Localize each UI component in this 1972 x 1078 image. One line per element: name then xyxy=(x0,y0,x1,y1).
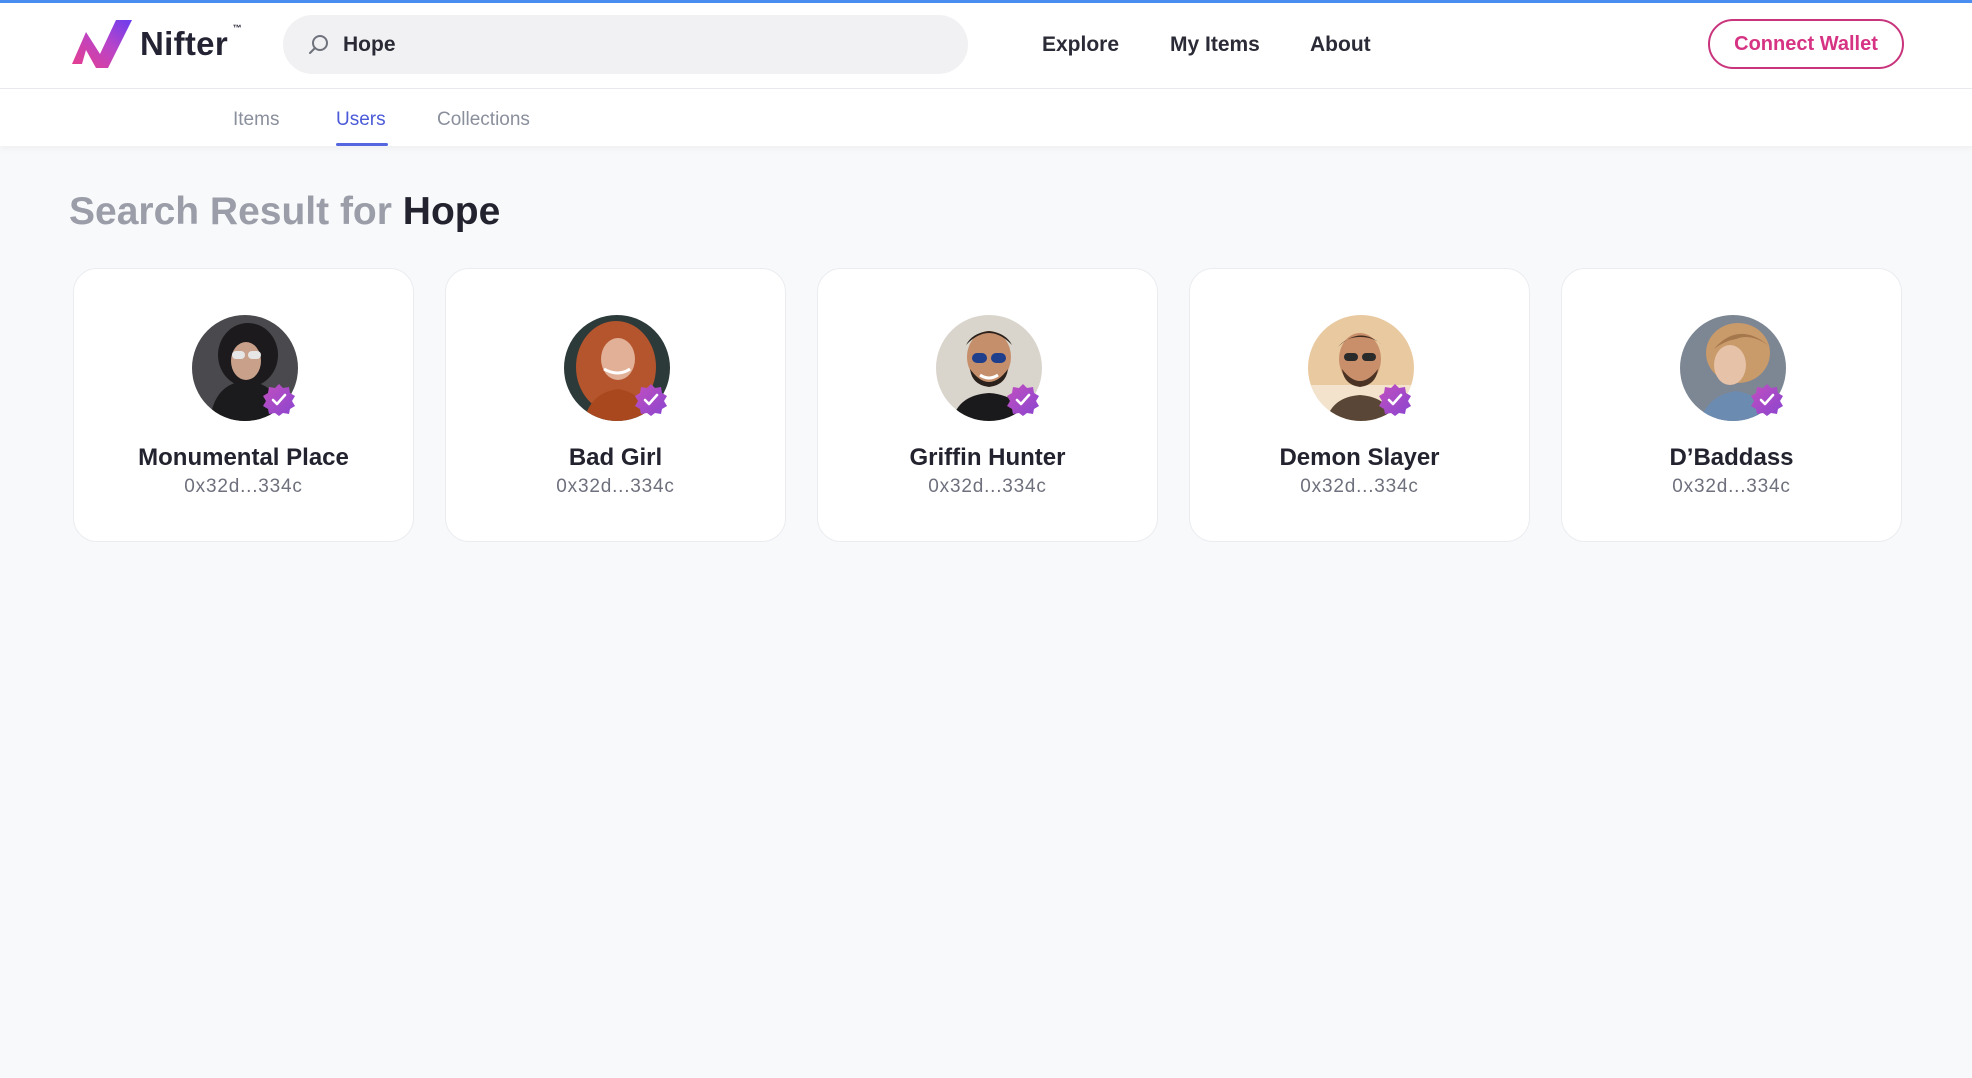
avatar-wrapper xyxy=(564,315,670,421)
wallet-address: 0x32d...334c xyxy=(1672,476,1791,497)
search-bar xyxy=(283,15,968,74)
page-title: Search Result for Hope xyxy=(69,190,500,234)
tab-items[interactable]: Items xyxy=(233,109,279,131)
verified-badge-icon xyxy=(1007,384,1039,416)
user-name: Griffin Hunter xyxy=(909,444,1066,471)
wallet-address: 0x32d...334c xyxy=(184,476,303,497)
tab-collections[interactable]: Collections xyxy=(437,109,530,131)
avatar-wrapper xyxy=(1680,315,1786,421)
heading-query: Hope xyxy=(402,190,501,233)
active-tab-indicator xyxy=(336,143,388,146)
connect-wallet-button[interactable]: Connect Wallet xyxy=(1708,19,1904,69)
user-name: D’Baddass xyxy=(1669,444,1794,471)
tab-users[interactable]: Users xyxy=(336,109,386,131)
wallet-address: 0x32d...334c xyxy=(556,476,675,497)
search-icon xyxy=(309,35,328,54)
app-header: Nifter ™ Explore My Items About Connect … xyxy=(0,3,1972,89)
brand-logo[interactable]: Nifter ™ xyxy=(70,18,242,70)
verified-badge-icon xyxy=(1379,384,1411,416)
trademark-mark: ™ xyxy=(232,23,242,33)
brand-name: Nifter ™ xyxy=(140,23,242,63)
user-card[interactable]: Griffin Hunter 0x32d...334c xyxy=(817,268,1158,542)
nifter-logo-icon xyxy=(72,20,132,68)
heading-prefix: Search Result for xyxy=(69,190,392,233)
wallet-address: 0x32d...334c xyxy=(1300,476,1419,497)
user-name: Bad Girl xyxy=(568,444,663,471)
user-card[interactable]: D’Baddass 0x32d...334c xyxy=(1561,268,1902,542)
search-input[interactable] xyxy=(343,15,943,74)
brand-name-text: Nifter xyxy=(140,25,228,62)
avatar-wrapper xyxy=(936,315,1042,421)
user-card[interactable]: Monumental Place 0x32d...334c xyxy=(73,268,414,542)
nav-explore[interactable]: Explore xyxy=(1042,33,1119,57)
avatar-wrapper xyxy=(1308,315,1414,421)
nav-about[interactable]: About xyxy=(1310,33,1371,57)
verified-badge-icon xyxy=(1751,384,1783,416)
avatar-wrapper xyxy=(192,315,298,421)
user-card[interactable]: Demon Slayer 0x32d...334c xyxy=(1189,268,1530,542)
user-name: Monumental Place xyxy=(138,444,349,471)
wallet-address: 0x32d...334c xyxy=(928,476,1047,497)
verified-badge-icon xyxy=(263,384,295,416)
verified-badge-icon xyxy=(635,384,667,416)
nav-my-items[interactable]: My Items xyxy=(1170,33,1260,57)
result-tabs: Items Users Collections xyxy=(0,89,1972,146)
user-card[interactable]: Bad Girl 0x32d...334c xyxy=(445,268,786,542)
user-name: Demon Slayer xyxy=(1279,444,1440,471)
